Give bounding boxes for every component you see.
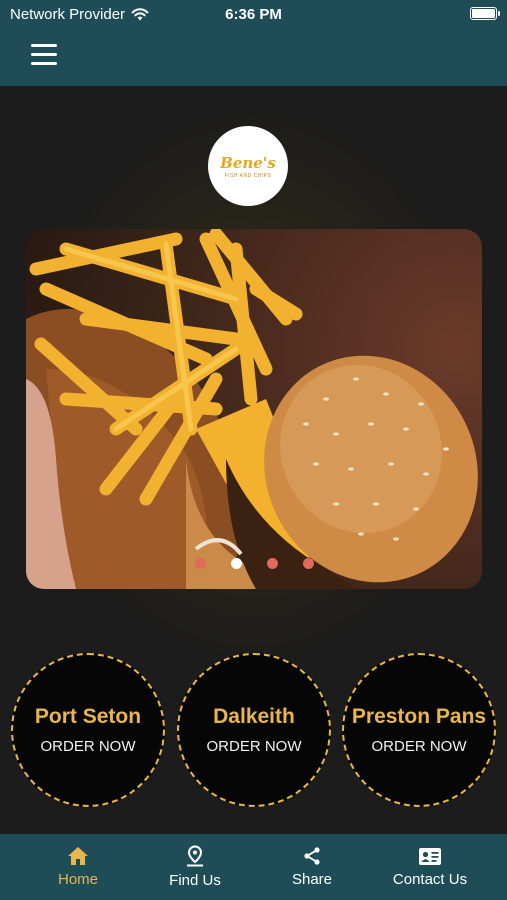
logo-script-text: Bene's [220, 153, 276, 172]
location-list: Port Seton ORDER NOW Dalkeith ORDER NOW … [0, 653, 507, 809]
location-preston-pans-button[interactable]: Preston Pans ORDER NOW [342, 653, 496, 807]
wifi-icon [131, 7, 149, 20]
nav-share-label: Share [291, 871, 333, 888]
carousel-dot[interactable] [194, 558, 206, 569]
order-now-label: ORDER NOW [371, 738, 467, 755]
brand-logo: Bene's FISH AND CHIPS [208, 126, 288, 206]
location-dalkeith-button[interactable]: Dalkeith ORDER NOW [177, 653, 331, 807]
battery-icon [470, 7, 500, 20]
order-now-label: ORDER NOW [40, 738, 136, 755]
nav-contact-us-label: Contact Us [392, 870, 468, 888]
nav-find-us[interactable]: Find Us [157, 834, 233, 900]
contact-card-icon [419, 847, 441, 865]
nav-share[interactable]: Share [274, 834, 350, 900]
carousel-dots [26, 558, 482, 569]
carousel-dot[interactable] [230, 558, 242, 569]
bottom-nav: Home Find Us Share Contact Us [0, 834, 507, 900]
carousel-dot[interactable] [302, 558, 314, 569]
logo-tagline: FISH AND CHIPS [224, 172, 272, 179]
nav-home-label: Home [57, 871, 98, 888]
hamburger-menu-icon[interactable] [31, 44, 57, 66]
order-now-label: ORDER NOW [206, 738, 302, 755]
location-pin-icon [187, 845, 203, 867]
carrier-label: Network Provider [10, 5, 126, 23]
share-icon [304, 847, 320, 865]
carousel-dot[interactable] [266, 558, 278, 569]
location-port-seton-button[interactable]: Port Seton ORDER NOW [11, 653, 165, 807]
status-bar: Network Provider 6:36 PM [0, 0, 507, 28]
image-carousel[interactable] [26, 229, 482, 589]
home-icon [68, 847, 88, 865]
status-left: Network Provider [10, 6, 149, 23]
location-name: Dalkeith [213, 705, 295, 728]
location-name: Port Seton [34, 705, 142, 728]
app-bar [0, 28, 507, 86]
location-name: Preston Pans [351, 705, 487, 728]
nav-home[interactable]: Home [40, 834, 116, 900]
home-content: Bene's FISH AND CHIPS Port Seton ORDER N… [0, 86, 507, 834]
nav-find-us-label: Find Us [169, 872, 221, 889]
nav-contact-us[interactable]: Contact Us [380, 834, 480, 900]
burger-fries-image [26, 229, 478, 589]
